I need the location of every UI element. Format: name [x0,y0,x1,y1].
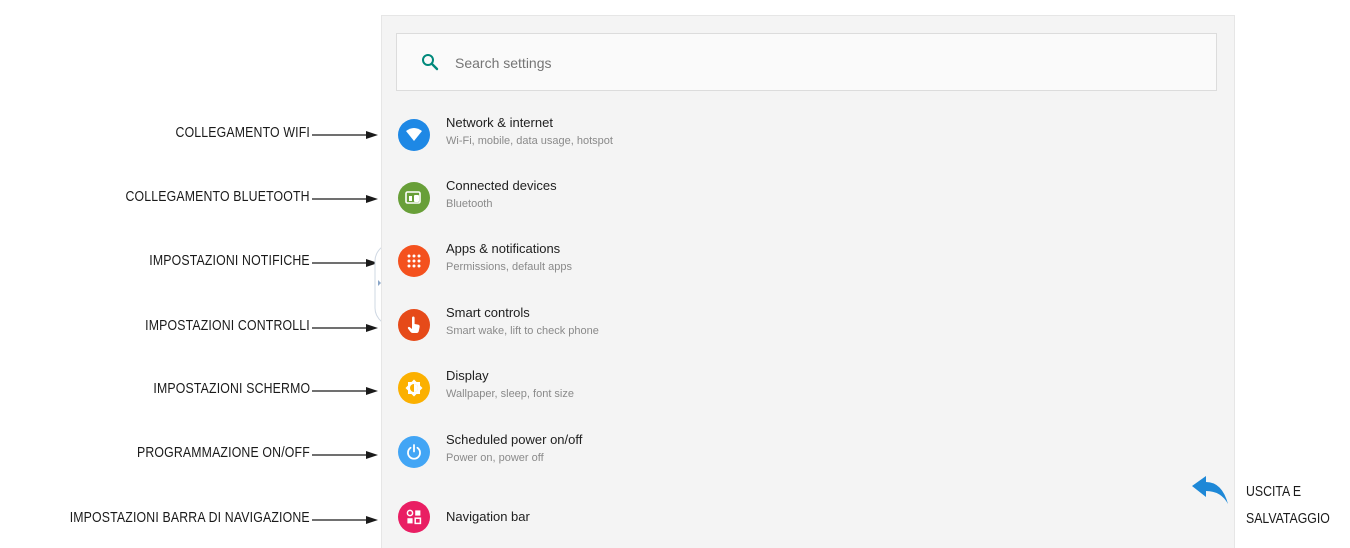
settings-item-apps-notifications[interactable]: Apps & notifications Permissions, defaul… [382,232,1234,290]
annotation-label: PROGRAMMAZIONE ON/OFF [137,444,310,461]
exit-label-line1: USCITA E [1246,483,1302,500]
annotation-arrow [312,516,378,524]
annotation-label: COLLEGAMENTO WIFI [175,124,310,141]
power-icon [398,436,430,468]
search-input[interactable] [453,51,1057,75]
item-subtitle: Bluetooth [446,198,493,210]
devices-icon [398,182,430,214]
settings-item-smart-controls[interactable]: Smart controls Smart wake, lift to check… [382,296,1234,354]
annotation-label: IMPOSTAZIONI BARRA DI NAVIGAZIONE [69,509,310,526]
annotation-label: COLLEGAMENTO BLUETOOTH [125,188,310,205]
annotation-label: IMPOSTAZIONI CONTROLLI [145,317,310,334]
annotation-arrow [312,259,378,267]
annotation-arrow [312,131,378,139]
item-subtitle: Power on, power off [446,452,544,464]
item-subtitle: Permissions, default apps [446,261,572,273]
settings-panel: Network & internet Wi-Fi, mobile, data u… [381,15,1235,548]
brightness-icon [398,372,430,404]
annotation-arrow [312,195,378,203]
wifi-icon [398,119,430,151]
item-title: Smart controls [446,305,530,320]
navigation-bar-icon [398,501,430,533]
settings-item-navigation-bar[interactable]: Navigation bar [382,488,1234,546]
item-subtitle: Wallpaper, sleep, font size [446,388,574,400]
apps-grid-icon [398,245,430,277]
annotation-label: IMPOSTAZIONI NOTIFICHE [149,252,310,269]
item-title: Scheduled power on/off [446,432,583,447]
annotation-label: IMPOSTAZIONI SCHERMO [153,380,310,397]
item-subtitle: Smart wake, lift to check phone [446,325,599,337]
settings-item-connected-devices[interactable]: Connected devices Bluetooth [382,169,1234,227]
settings-item-scheduled-power[interactable]: Scheduled power on/off Power on, power o… [382,423,1234,481]
search-bar[interactable] [396,33,1217,91]
hand-gesture-icon [398,309,430,341]
settings-item-network[interactable]: Network & internet Wi-Fi, mobile, data u… [382,106,1234,164]
annotation-arrow [312,451,378,459]
item-title: Display [446,368,489,383]
item-title: Connected devices [446,178,557,193]
item-title: Apps & notifications [446,241,561,256]
settings-item-display[interactable]: Display Wallpaper, sleep, font size [382,359,1234,417]
annotation-arrow [312,324,378,332]
annotation-arrow [312,387,378,395]
item-title: Navigation bar [446,509,530,524]
item-subtitle: Wi-Fi, mobile, data usage, hotspot [446,135,613,147]
exit-save-label: USCITA E SALVATAGGIO [1246,478,1330,532]
exit-label-line2: SALVATAGGIO [1246,510,1330,527]
search-icon [422,54,439,71]
back-arrow-icon[interactable] [1190,475,1230,505]
item-title: Network & internet [446,115,553,130]
